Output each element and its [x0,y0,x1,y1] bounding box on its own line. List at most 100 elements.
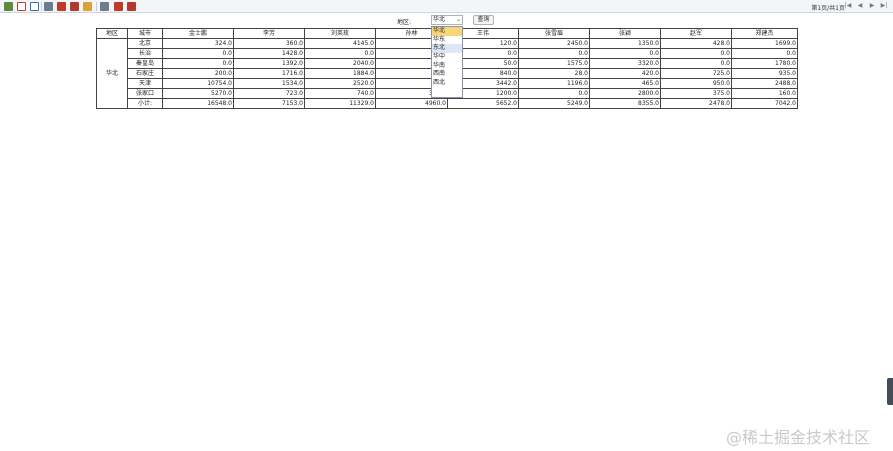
city-cell: 石家庄 [127,68,163,79]
value-cell: 465.0 [589,78,661,89]
value-cell: 0.0 [162,48,234,59]
value-cell: 8355.0 [589,98,661,109]
value-cell: 1716.0 [233,68,305,79]
value-cell: 1534.0 [233,78,305,89]
side-panel-tab[interactable] [887,378,893,405]
value-cell: 2488.0 [731,78,798,89]
value-cell: 428.0 [660,38,732,49]
header-cell: 郑建杰 [731,28,798,39]
chevron-down-icon[interactable]: ⌄ [456,16,461,24]
value-cell: 0.0 [162,58,234,69]
header-cell: 地区 [96,28,128,39]
value-cell: 0.0 [660,48,732,59]
value-cell: 420.0 [589,68,661,79]
header-cell: 张颖 [589,28,661,39]
value-cell: 740.0 [304,88,376,99]
region-select-value: 华北 [433,16,446,23]
city-cell: 北京 [127,38,163,49]
value-cell: 2450.0 [518,38,590,49]
prev-page-button[interactable]: ◀ [856,2,864,10]
value-cell: 7153.0 [233,98,305,109]
value-cell: 950.0 [660,78,732,89]
print-icon[interactable] [44,2,53,11]
toolbar-separator [41,2,42,11]
region-option[interactable]: 西北 [432,79,462,88]
print-preview-icon[interactable] [57,2,66,11]
value-cell: 3320.0 [589,58,661,69]
value-cell: 0.0 [518,48,590,59]
city-cell: 张家口 [127,88,163,99]
header-cell: 金士鹏 [162,28,234,39]
value-cell: 2478.0 [660,98,732,109]
value-cell: 5270.0 [162,88,234,99]
value-cell: 4145.0 [304,38,376,49]
page-info: 第1页/共1页 [811,5,845,12]
next-page-button[interactable]: ▶ [868,2,876,10]
region-option[interactable]: 东北 [432,44,462,54]
value-cell: 0.0 [660,58,732,69]
print-flash-icon[interactable] [100,2,109,11]
value-cell: 725.0 [660,68,732,79]
header-cell: 城市 [127,28,163,39]
header-cell: 李芳 [233,28,305,39]
region-label: 地区: [397,19,412,26]
value-cell: 1780.0 [731,58,798,69]
value-cell: 1196.0 [518,78,590,89]
header-cell: 张雪眉 [518,28,590,39]
export-excel-icon[interactable] [83,2,92,11]
value-cell: 723.0 [233,88,305,99]
value-cell: 1884.0 [304,68,376,79]
region-option[interactable]: 西南 [432,70,462,79]
value-cell: 1392.0 [233,58,305,69]
export-pdf-icon[interactable] [17,2,26,11]
value-cell: 1575.0 [518,58,590,69]
value-cell: 4960.0 [375,98,448,109]
save-icon[interactable] [4,2,13,11]
first-page-button[interactable]: |◀ [844,2,852,10]
region-dropdown: 华北 华东 东北 华中 华南 西南 西北 [431,26,463,98]
value-cell: 1699.0 [731,38,798,49]
report-toolbar: 第1页/共1页 |◀ ◀ ▶ ▶| [0,0,893,13]
value-cell: 200.0 [162,68,234,79]
city-cell: 天津 [127,78,163,89]
toolbar-separator [96,2,97,11]
value-cell: 11329.0 [304,98,376,109]
value-cell: 2040.0 [304,58,376,69]
header-cell: 赵军 [660,28,732,39]
value-cell: 16548.0 [162,98,234,109]
value-cell: 2800.0 [589,88,661,99]
region-cell: 华北 [96,38,128,109]
value-cell: 1350.0 [589,38,661,49]
city-cell: 长治 [127,48,163,59]
value-cell: 375.0 [660,88,732,99]
value-cell: 0.0 [589,48,661,59]
print-server-icon[interactable] [114,2,123,11]
city-cell: 小计: [127,98,163,109]
value-cell: 0.0 [731,48,798,59]
city-cell: 秦皇岛 [127,58,163,69]
value-cell: 360.0 [233,38,305,49]
print-applet-icon[interactable] [127,2,136,11]
region-option[interactable]: 华北 [432,27,462,36]
value-cell: 324.0 [162,38,234,49]
value-cell: 10754.0 [162,78,234,89]
header-cell: 刘英玫 [304,28,376,39]
query-button[interactable]: 查询 [473,15,494,25]
value-cell: 7042.0 [731,98,798,109]
value-cell: 1428.0 [233,48,305,59]
subtotal-row: 小计: 16548.0 7153.0 11329.0 4960.0 5652.0… [97,98,798,109]
export-word-icon[interactable] [30,2,39,11]
last-page-button[interactable]: ▶| [880,2,888,10]
value-cell: 0.0 [304,48,376,59]
value-cell: 5652.0 [447,98,519,109]
value-cell: 28.0 [518,68,590,79]
value-cell: 935.0 [731,68,798,79]
value-cell: 2520.0 [304,78,376,89]
value-cell: 160.0 [731,88,798,99]
print-setup-icon[interactable] [70,2,79,11]
region-select[interactable]: 华北 ⌄ [431,15,463,25]
watermark: @稀土掘金技术社区 [726,428,871,447]
region-option[interactable]: 华中 [432,53,462,62]
value-cell: 0.0 [518,88,590,99]
value-cell: 5249.0 [518,98,590,109]
